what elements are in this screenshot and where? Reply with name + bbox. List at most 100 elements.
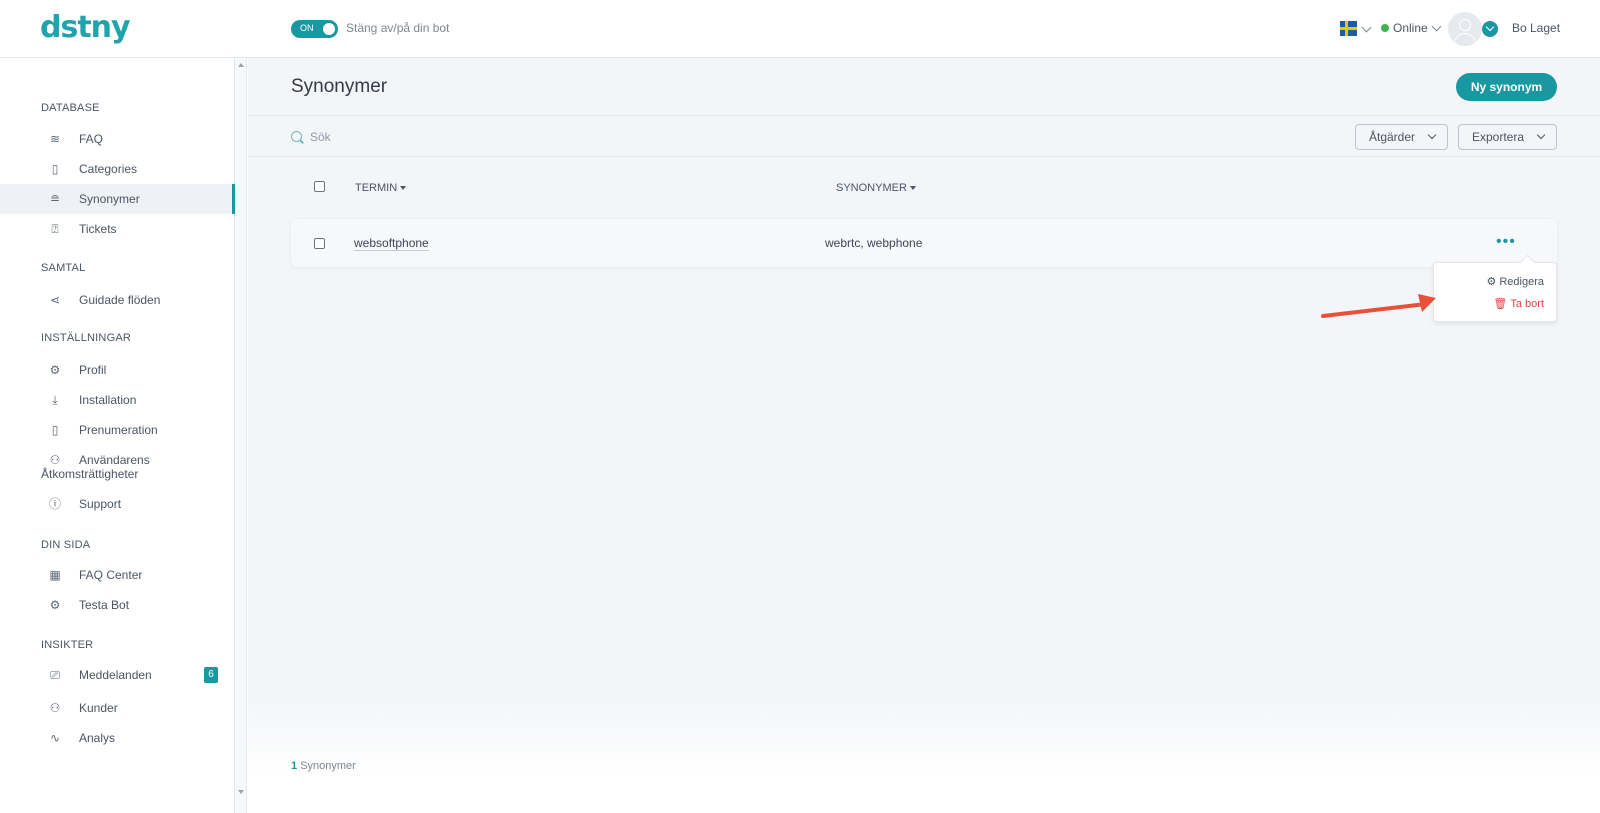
sidebar-item-kunder[interactable]: ⚇ Kunder: [0, 693, 235, 723]
bot-toggle[interactable]: ON: [291, 20, 338, 38]
delete-menu-item[interactable]: 🗑 Ta bort: [1493, 297, 1544, 310]
sidebar-item-label: Tickets: [79, 222, 117, 236]
sidebar-item-categories[interactable]: ▯ Categories: [0, 154, 235, 184]
sidebar-item-faq-center[interactable]: ▦ FAQ Center: [0, 560, 235, 590]
avatar-head-icon: [1459, 19, 1471, 31]
export-dropdown[interactable]: Exportera: [1458, 124, 1557, 150]
export-label: Exportera: [1472, 130, 1525, 144]
section-title-din-sida: DIN SIDA: [41, 539, 91, 551]
trash-icon: 🗑: [1493, 298, 1508, 310]
annotation-arrow-icon: [1321, 294, 1436, 318]
sidebar-item-label: Categories: [79, 162, 138, 176]
column-header-synonymer[interactable]: SYNONYMER: [836, 182, 916, 194]
gear-icon: ⚙: [49, 363, 61, 377]
row-checkbox[interactable]: [314, 238, 325, 249]
column-header-termin[interactable]: TERMIN: [355, 182, 407, 194]
gear-icon: ⚙: [1486, 276, 1497, 288]
status-selector[interactable]: Online: [1393, 21, 1428, 35]
download-icon: ⤓: [52, 393, 58, 407]
synonyms-icon: ≘: [49, 192, 61, 206]
select-all-checkbox[interactable]: [314, 181, 325, 192]
status-chevron-down-icon[interactable]: [1431, 21, 1442, 32]
more-options-icon[interactable]: •••: [1496, 233, 1516, 251]
sidebar-item-label: Testa Bot: [79, 598, 130, 612]
sort-caret-icon: [909, 186, 916, 191]
language-chevron-down-icon[interactable]: [1361, 22, 1372, 33]
sidebar-item-label: Analys: [79, 731, 116, 745]
sidebar-item-support[interactable]: ⓘ Support: [0, 489, 235, 519]
clipboard-icon: ▯: [51, 423, 59, 437]
record-count-number: 1: [291, 760, 298, 772]
chevron-down-icon: [1536, 130, 1546, 140]
toggle-state: ON: [300, 23, 314, 33]
grid-icon: ▦: [49, 568, 61, 582]
online-status-dot-icon: [1381, 24, 1389, 32]
sidebar-item-guidade-floden[interactable]: ⋖ Guidade flöden: [0, 285, 235, 315]
record-count-label: Synonymer: [300, 760, 356, 772]
users-icon: ⚇: [49, 453, 61, 467]
row-synonyms: webrtc, webphone: [825, 236, 923, 250]
chat-icon: ⎚: [50, 668, 60, 682]
users-icon: ⚇: [49, 701, 61, 715]
main-content: Synonymer Ny synonym Åtgärder Exportera …: [248, 58, 1600, 813]
column-header-label: TERMIN: [355, 182, 398, 194]
page-title: Synonymer: [291, 76, 388, 97]
sidebar-item-label: Profil: [79, 363, 107, 377]
sidebar-item-label: Användarens: [79, 453, 150, 467]
search-icon: [291, 131, 302, 142]
row-actions-menu: ⚙ Redigera 🗑 Ta bort: [1433, 262, 1557, 322]
unread-badge: 6: [204, 667, 218, 683]
table-row[interactable]: websoftphone webrtc, webphone •••: [291, 219, 1557, 267]
sidebar-item-tickets[interactable]: ⍰ Tickets: [0, 214, 235, 244]
section-title-samtal: SAMTAL: [41, 262, 86, 274]
scroll-down-icon[interactable]: [238, 790, 244, 794]
avatar[interactable]: [1448, 12, 1482, 46]
sidebar-item-label: FAQ: [79, 132, 104, 146]
user-menu-chevron-icon[interactable]: [1482, 21, 1498, 37]
layers-icon: ≋: [49, 132, 61, 146]
sidebar-item-profil[interactable]: ⚙ Profil: [0, 355, 235, 385]
toggle-label: Stäng av/på din bot: [346, 21, 450, 35]
actions-dropdown[interactable]: Åtgärder: [1355, 124, 1448, 150]
page-header: Synonymer Ny synonym: [248, 58, 1600, 116]
swedish-flag-icon[interactable]: [1340, 21, 1357, 36]
share-icon: ⋖: [49, 293, 61, 307]
column-header-label: SYNONYMER: [836, 182, 907, 194]
new-synonym-button[interactable]: Ny synonym: [1456, 73, 1557, 101]
section-title-database: DATABASE: [41, 102, 100, 114]
edit-menu-item[interactable]: ⚙ Redigera: [1486, 275, 1544, 288]
dstny-logo[interactable]: dstny: [40, 10, 131, 45]
sidebar-item-label: Kunder: [79, 701, 118, 715]
activity-icon: ∿: [49, 731, 61, 745]
sidebar-item-synonymer[interactable]: ≘ Synonymer: [0, 184, 235, 214]
sidebar-item-testa-bot[interactable]: ⚙ Testa Bot: [0, 590, 235, 620]
chevron-down-icon: [1427, 130, 1437, 140]
footer-fade: [248, 698, 1600, 813]
sidebar-item-faq[interactable]: ≋ FAQ: [0, 124, 235, 154]
toolbar: Åtgärder Exportera: [248, 117, 1600, 157]
section-title-installningar: INSTÄLLNINGAR: [41, 332, 132, 344]
avatar-body-icon: [1454, 33, 1476, 46]
help-circle-icon: ⍰: [51, 222, 59, 236]
user-name[interactable]: Bo Laget: [1512, 21, 1560, 35]
sidebar-item-label: Prenumeration: [79, 423, 158, 437]
sidebar-item-prenumeration[interactable]: ▯ Prenumeration: [0, 415, 235, 445]
gears-icon: ⚙: [49, 598, 61, 612]
sidebar-item-atkomstrattigheter[interactable]: ⚇ Användarens Åtkomsträttigheter: [0, 445, 235, 487]
sidebar-scrollbar[interactable]: [235, 58, 247, 813]
record-count: 1 Synonymer: [291, 760, 356, 772]
sidebar-item-label: Installation: [79, 393, 137, 407]
sidebar-item-label-line2: Åtkomsträttigheter: [41, 467, 139, 481]
row-term-link[interactable]: websoftphone: [354, 236, 429, 251]
clipboard-icon: ▯: [51, 162, 59, 176]
top-header: dstny ON Stäng av/på din bot Online Bo L…: [0, 0, 1600, 58]
scroll-up-icon[interactable]: [238, 63, 244, 67]
sidebar: DATABASE ≋ FAQ ▯ Categories ≘ Synonymer …: [0, 58, 235, 813]
sidebar-item-installation[interactable]: ⤓ Installation: [0, 385, 235, 415]
sidebar-item-meddelanden[interactable]: ⎚ Meddelanden 6: [0, 660, 235, 690]
search-input[interactable]: [310, 128, 610, 146]
sidebar-item-analys[interactable]: ∿ Analys: [0, 723, 235, 753]
sidebar-item-label: Guidade flöden: [79, 293, 161, 307]
edit-label: Redigera: [1499, 276, 1544, 288]
sidebar-item-label: Synonymer: [79, 192, 140, 206]
